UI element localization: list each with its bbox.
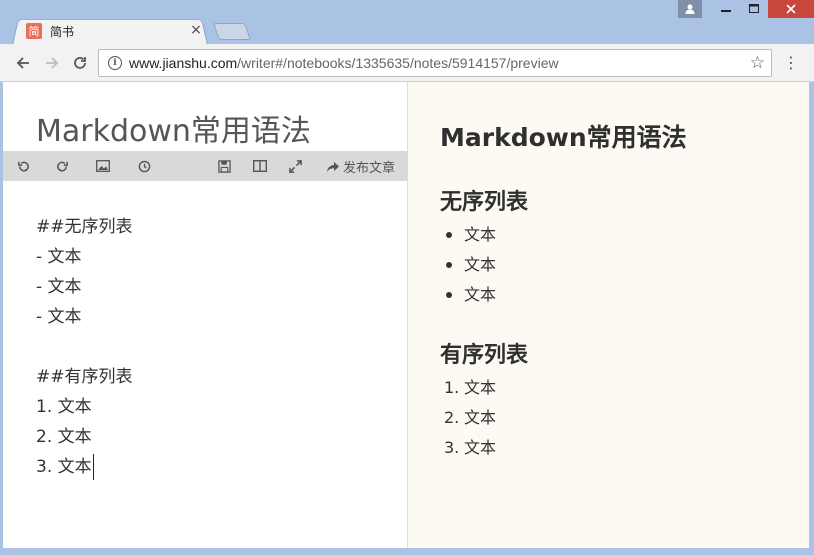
editor-toolbar: 发布文章	[3, 151, 407, 181]
bullet-icon	[446, 232, 452, 238]
list-item-text: 文本	[464, 255, 497, 274]
url-path: /writer#/notebooks/1335635/notes/5914157…	[237, 55, 559, 71]
list-item: 1. 文本	[444, 373, 496, 403]
preview-title: Markdown常用语法	[440, 123, 687, 152]
reload-icon[interactable]	[69, 52, 91, 74]
maximize-icon[interactable]	[740, 0, 768, 18]
minimize-icon[interactable]	[712, 0, 740, 18]
list-item-text: 文本	[464, 408, 497, 427]
jianshu-favicon-icon: 简	[26, 23, 42, 39]
list-item-text: 文本	[464, 225, 497, 244]
address-bar[interactable]: i www.jianshu.com/writer#/notebooks/1335…	[98, 49, 772, 77]
back-arrow-icon[interactable]	[12, 52, 34, 74]
list-item-text: 文本	[464, 438, 497, 457]
window-close-icon[interactable]	[768, 0, 814, 18]
url-host: www.jianshu.com	[129, 55, 238, 71]
publish-label: 发布文章	[342, 161, 395, 176]
window-bottom-border	[0, 548, 814, 555]
source-line-text: 3. 文本	[36, 457, 92, 477]
text-caret	[92, 454, 94, 480]
source-line: ##无序列表	[36, 217, 133, 237]
url-text[interactable]: www.jianshu.com/writer#/notebooks/133563…	[129, 55, 559, 71]
tab-close-icon[interactable]: ×	[188, 22, 204, 38]
publish-button[interactable]: 发布文章	[326, 157, 395, 176]
list-number: 2.	[444, 408, 460, 427]
markdown-source-textarea[interactable]: ##无序列表 - 文本 - 文本 - 文本 ##有序列表 1. 文本 2. 文本…	[36, 212, 133, 482]
list-item: 2. 文本	[444, 403, 496, 433]
bullet-icon	[446, 262, 452, 268]
window-titlebar: 简 简书 ×	[0, 0, 814, 45]
list-item: 文本	[444, 250, 496, 280]
source-line: 1. 文本	[36, 397, 92, 417]
list-item-text: 文本	[464, 378, 497, 397]
page-content: Markdown常用语法 发布文章 ##无序列表 - 文本 - 文本 - 文本 …	[3, 82, 809, 548]
info-icon[interactable]: i	[108, 56, 122, 70]
kebab-menu-icon[interactable]: ⋮	[783, 53, 799, 73]
preview-heading-unordered: 无序列表	[440, 190, 529, 215]
list-number: 3.	[444, 438, 460, 457]
list-item: 文本	[444, 220, 496, 250]
source-line-last: 3. 文本	[36, 452, 133, 482]
fullscreen-icon[interactable]	[285, 156, 305, 176]
note-title[interactable]: Markdown常用语法	[36, 106, 311, 150]
preview-unordered-list: 文本 文本 文本	[444, 220, 496, 310]
active-tab-content[interactable]: 简 简书 ×	[26, 20, 206, 42]
bullet-icon	[446, 292, 452, 298]
browser-toolbar: i www.jianshu.com/writer#/notebooks/1335…	[0, 44, 814, 82]
source-line: - 文本	[36, 277, 82, 297]
tab-title: 简书	[50, 24, 75, 39]
source-line: - 文本	[36, 307, 82, 327]
share-arrow-icon	[326, 161, 339, 172]
list-item-text: 文本	[464, 285, 497, 304]
source-line: ##有序列表	[36, 367, 133, 387]
preview-ordered-list: 1. 文本 2. 文本 3. 文本	[444, 373, 496, 463]
new-tab-button[interactable]	[212, 23, 252, 40]
history-clock-icon[interactable]	[134, 156, 154, 176]
forward-arrow-icon[interactable]	[41, 52, 63, 74]
list-item: 文本	[444, 280, 496, 310]
preview-pane: Markdown常用语法 无序列表 文本 文本 文本 有序列表 1. 文本 2. 文…	[408, 82, 809, 548]
bookmark-star-icon[interactable]: ☆	[750, 53, 765, 73]
editor-pane: Markdown常用语法 发布文章 ##无序列表 - 文本 - 文本 - 文本 …	[3, 82, 407, 548]
image-icon[interactable]	[93, 156, 113, 176]
user-profile-icon[interactable]	[678, 0, 702, 18]
source-line: - 文本	[36, 247, 82, 267]
list-item: 3. 文本	[444, 433, 496, 463]
source-line: 2. 文本	[36, 427, 92, 447]
preview-heading-ordered: 有序列表	[440, 343, 529, 368]
redo-icon[interactable]	[52, 156, 72, 176]
undo-icon[interactable]	[13, 156, 33, 176]
split-view-icon[interactable]	[250, 156, 270, 176]
save-icon[interactable]	[214, 156, 234, 176]
list-number: 1.	[444, 378, 460, 397]
window-controls	[678, 0, 814, 20]
source-line	[36, 332, 133, 362]
